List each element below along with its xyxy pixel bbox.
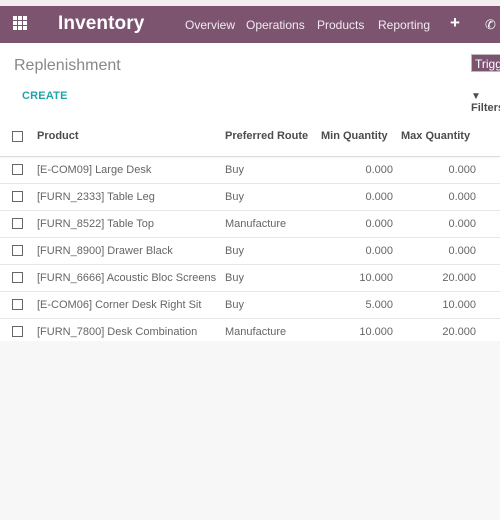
table-row[interactable]: [FURN_6666] Acoustic Bloc Screens Buy 10.0…: [0, 265, 500, 292]
min-quantity-cell: 0.000: [365, 191, 393, 203]
filters-label: Filters: [471, 102, 500, 114]
route-cell: Buy: [225, 191, 244, 203]
page-title: Replenishment: [14, 57, 121, 74]
product-cell: [FURN_8522] Table Top: [37, 218, 154, 230]
product-cell: [E-COM06] Corner Desk Right Sit: [37, 299, 202, 311]
route-cell: Buy: [225, 245, 244, 257]
route-cell: Buy: [225, 164, 244, 176]
table-row[interactable]: [FURN_8900] Drawer Black Buy 0.000 0.000: [0, 238, 500, 265]
product-cell: [FURN_2333] Table Leg: [37, 191, 155, 203]
control-panel: Replenishment CREATE Trigger ▼ Filters: [0, 43, 500, 119]
plus-icon[interactable]: +: [450, 13, 460, 33]
column-header-max[interactable]: Max Quantity: [401, 130, 470, 142]
row-checkbox[interactable]: [12, 164, 23, 175]
max-quantity-cell: 0.000: [448, 245, 476, 257]
max-quantity-cell: 0.000: [448, 191, 476, 203]
column-header-route[interactable]: Preferred Route: [225, 130, 308, 142]
phone-icon[interactable]: ✆: [485, 17, 496, 33]
max-quantity-cell: 20.000: [442, 272, 476, 284]
min-quantity-cell: 10.000: [359, 326, 393, 338]
trigger-button[interactable]: Trigger: [471, 54, 500, 72]
empty-area: [0, 341, 500, 520]
replenishment-table: Product Preferred Route Min Quantity Max…: [0, 118, 500, 346]
route-cell: Buy: [225, 299, 244, 311]
route-cell: Buy: [225, 272, 244, 284]
menu-products[interactable]: Products: [317, 18, 364, 32]
max-quantity-cell: 10.000: [442, 299, 476, 311]
product-cell: [E-COM09] Large Desk: [37, 164, 152, 176]
filters-button[interactable]: ▼ Filters: [471, 90, 500, 114]
menu-operations[interactable]: Operations: [246, 18, 305, 32]
app-name[interactable]: Inventory: [58, 13, 144, 35]
route-cell: Manufacture: [225, 326, 287, 338]
max-quantity-cell: 20.000: [442, 326, 476, 338]
product-cell: [FURN_6666] Acoustic Bloc Screens: [37, 272, 217, 284]
min-quantity-cell: 10.000: [359, 272, 393, 284]
min-quantity-cell: 0.000: [365, 245, 393, 257]
product-cell: [FURN_8900] Drawer Black: [37, 245, 173, 257]
navbar: Inventory Overview Operations Products R…: [0, 6, 500, 43]
column-header-product[interactable]: Product: [37, 130, 79, 142]
filter-icon: ▼: [471, 91, 481, 102]
create-button[interactable]: CREATE: [22, 90, 68, 102]
row-checkbox[interactable]: [12, 326, 23, 337]
menu-overview[interactable]: Overview: [185, 18, 235, 32]
route-cell: Manufacture: [225, 218, 287, 230]
row-checkbox[interactable]: [12, 245, 23, 256]
table-row[interactable]: [FURN_8522] Table Top Manufacture 0.000 0.0…: [0, 211, 500, 238]
select-all-checkbox[interactable]: [12, 131, 23, 142]
min-quantity-cell: 0.000: [365, 164, 393, 176]
table-row[interactable]: [E-COM06] Corner Desk Right Sit Buy 5.000 1…: [0, 292, 500, 319]
column-header-min[interactable]: Min Quantity: [321, 130, 388, 142]
max-quantity-cell: 0.000: [448, 218, 476, 230]
apps-grid-icon[interactable]: [13, 16, 27, 30]
min-quantity-cell: 0.000: [365, 218, 393, 230]
row-checkbox[interactable]: [12, 272, 23, 283]
table-row[interactable]: [E-COM09] Large Desk Buy 0.000 0.000: [0, 157, 500, 184]
min-quantity-cell: 5.000: [365, 299, 393, 311]
table-header: Product Preferred Route Min Quantity Max…: [0, 118, 500, 157]
table-row[interactable]: [FURN_2333] Table Leg Buy 0.000 0.000: [0, 184, 500, 211]
row-checkbox[interactable]: [12, 299, 23, 310]
max-quantity-cell: 0.000: [448, 164, 476, 176]
row-checkbox[interactable]: [12, 191, 23, 202]
menu-reporting[interactable]: Reporting: [378, 18, 430, 32]
row-checkbox[interactable]: [12, 218, 23, 229]
product-cell: [FURN_7800] Desk Combination: [37, 326, 198, 338]
